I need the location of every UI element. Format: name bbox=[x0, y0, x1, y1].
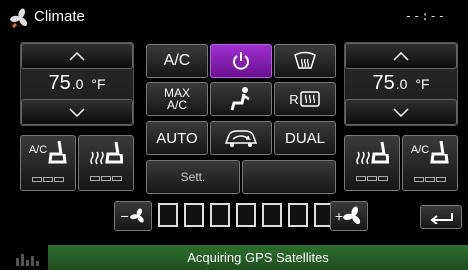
left-seat-cool-level bbox=[31, 169, 65, 187]
auto-button[interactable]: AUTO bbox=[146, 121, 208, 155]
right-temp-value: 75 bbox=[372, 72, 395, 94]
right-temp-decimal: .0 bbox=[395, 76, 408, 92]
seat-icon bbox=[48, 140, 67, 163]
fan-level-segment bbox=[184, 203, 204, 227]
chevron-down-icon bbox=[393, 107, 409, 117]
chevron-down-icon bbox=[69, 107, 85, 117]
empty-center-button bbox=[242, 160, 336, 194]
left-temp-decimal: .0 bbox=[71, 76, 84, 92]
rear-defrost-label: R bbox=[289, 91, 299, 107]
right-seat-cool-level bbox=[413, 169, 447, 187]
left-temp-up-button[interactable] bbox=[21, 43, 133, 69]
fan-speed-indicator bbox=[158, 203, 334, 227]
fan-level-segment bbox=[262, 203, 282, 227]
max-ac-button[interactable]: MAX A/C bbox=[146, 82, 208, 116]
page-title: Climate bbox=[34, 8, 85, 25]
left-temp-unit: °F bbox=[91, 76, 106, 92]
power-icon bbox=[233, 52, 249, 70]
right-seat-cool-button[interactable]: A/C bbox=[402, 135, 458, 191]
fan-decrease-button[interactable]: − bbox=[114, 201, 152, 231]
dual-button[interactable]: DUAL bbox=[274, 121, 336, 155]
settings-button[interactable]: Sett. bbox=[146, 160, 240, 194]
left-temp-display: 75 .0 °F bbox=[21, 72, 133, 98]
heat-waves-icon bbox=[90, 151, 104, 164]
chevron-up-icon bbox=[393, 51, 409, 61]
climate-fan-icon bbox=[10, 8, 30, 29]
left-seat-cool-button[interactable]: A/C bbox=[20, 135, 76, 191]
recirculation-button[interactable] bbox=[210, 121, 272, 155]
right-temp-up-button[interactable] bbox=[345, 43, 457, 69]
fan-icon bbox=[343, 206, 361, 225]
right-temp-unit: °F bbox=[415, 76, 430, 92]
fan-increase-button[interactable]: + bbox=[330, 201, 368, 231]
right-seat-heat-button[interactable] bbox=[344, 135, 400, 191]
chevron-up-icon bbox=[69, 51, 85, 61]
left-seat-heat-level bbox=[89, 168, 123, 186]
right-seat-heat-level bbox=[355, 168, 389, 186]
ac-button[interactable]: A/C bbox=[146, 44, 208, 78]
seat-icon bbox=[371, 141, 389, 163]
front-defrost-icon bbox=[294, 51, 316, 69]
right-seat-ac-label: A/C bbox=[410, 143, 430, 156]
fan-level-segment bbox=[210, 203, 230, 227]
equalizer-icon[interactable] bbox=[16, 250, 44, 266]
seat-icon bbox=[105, 141, 123, 163]
fan-icon bbox=[129, 208, 144, 223]
airflow-mode-button[interactable] bbox=[210, 82, 272, 116]
front-defrost-button[interactable] bbox=[274, 44, 336, 78]
fan-level-segment bbox=[158, 203, 178, 227]
right-temp-down-button[interactable] bbox=[345, 99, 457, 125]
back-button[interactable] bbox=[420, 205, 462, 229]
rear-defrost-button[interactable]: R bbox=[274, 82, 336, 116]
back-arrow-icon bbox=[430, 213, 453, 224]
power-button[interactable] bbox=[210, 44, 272, 78]
clock: --:-- bbox=[404, 9, 446, 23]
seat-icon bbox=[430, 140, 449, 163]
right-temp-display: 75 .0 °F bbox=[345, 72, 457, 98]
heat-waves-icon bbox=[356, 151, 370, 164]
left-seat-heat-button[interactable] bbox=[78, 135, 134, 191]
max-ac-label-bottom: A/C bbox=[166, 98, 187, 112]
seated-person-airflow-icon bbox=[230, 87, 250, 111]
rear-defrost-icon bbox=[299, 91, 320, 107]
recirculation-icon bbox=[224, 130, 258, 147]
gps-status-message: Acquiring GPS Satellites bbox=[48, 245, 468, 270]
left-temp-value: 75 bbox=[48, 72, 71, 94]
left-temp-down-button[interactable] bbox=[21, 99, 133, 125]
fan-level-segment bbox=[236, 203, 256, 227]
left-seat-ac-label: A/C bbox=[28, 143, 48, 156]
fan-level-segment bbox=[288, 203, 308, 227]
